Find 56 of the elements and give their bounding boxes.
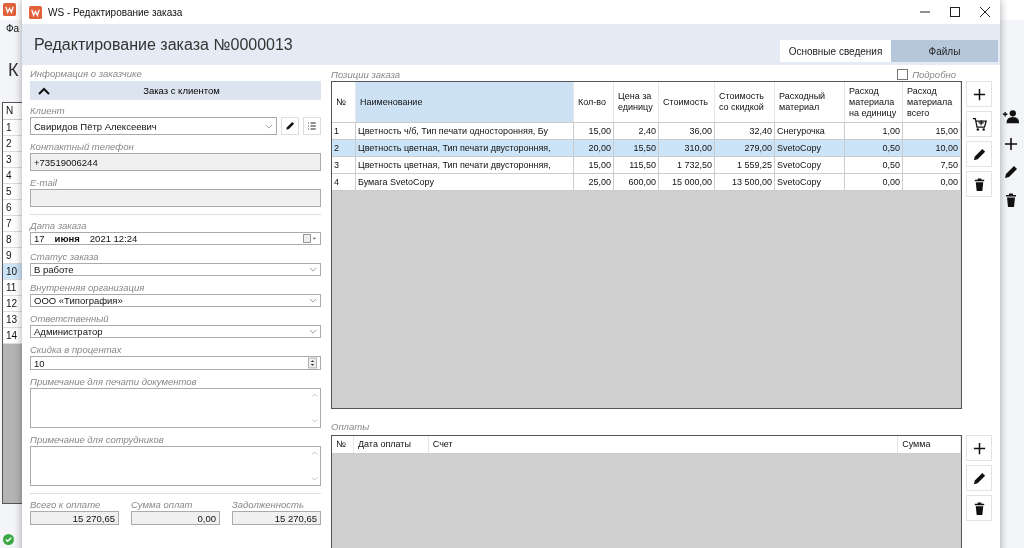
table-cell: 2,40 — [614, 123, 659, 139]
field-label: Статус заказа — [30, 251, 100, 263]
table-cell: 115,50 — [614, 157, 659, 173]
table-cell: Бумага SvetoCopy — [356, 174, 574, 190]
table-cell: 310,00 — [659, 140, 715, 156]
table-cell: 32,40 — [715, 123, 775, 139]
table-cell: Цветность цветная, Тип печати двусторонняя, — [356, 140, 574, 156]
table-cell: 600,00 — [614, 174, 659, 190]
field-label: Примечание для сотрудников — [30, 434, 165, 446]
table-cell: Снегурочка — [775, 123, 845, 139]
table-cell: 3 — [332, 157, 356, 173]
table-cell: 1,00 — [845, 123, 903, 139]
checkbox-label: Подробно — [912, 68, 956, 80]
table-cell: 1 732,50 — [659, 157, 715, 173]
field-label: Клиент — [30, 105, 66, 117]
table-cell: Цветность ч/б, Тип печати односторонняя, Бу — [356, 123, 574, 139]
field-label: Всего к оплате — [30, 499, 102, 511]
table-cell: 15,00 — [903, 123, 961, 139]
table-cell: 0,00 — [845, 174, 903, 190]
table-cell: SvetoCopy — [775, 140, 845, 156]
section-label: Позиции заказа — [331, 68, 401, 81]
table-cell: SvetoCopy — [775, 174, 845, 190]
table-cell: 279,00 — [715, 140, 775, 156]
table-cell: 0,00 — [903, 174, 961, 190]
field-label: Примечание для печати документов — [30, 376, 198, 388]
field-label: Сумма оплат — [131, 499, 194, 511]
window-title: WS - Редактирование заказа — [48, 6, 183, 18]
table-cell: 7,50 — [903, 157, 961, 173]
table-cell: 15,00 — [574, 157, 614, 173]
field-label: Задолженность — [232, 499, 305, 511]
page-heading: К — [8, 60, 19, 81]
field-label: Внутренняя организация — [30, 282, 146, 294]
table-cell: 13 500,00 — [715, 174, 775, 190]
table-cell: 0,50 — [845, 157, 903, 173]
table-cell: 15,00 — [574, 123, 614, 139]
field-label: Ответственный — [30, 313, 110, 325]
table-cell: 15,50 — [614, 140, 659, 156]
dialog-heading: Редактирование заказа №0000013 — [34, 35, 293, 54]
section-label: Оплаты — [331, 421, 371, 433]
table-cell: 36,00 — [659, 123, 715, 139]
field-label: E-mail — [30, 177, 58, 189]
table-cell: 15 000,00 — [659, 174, 715, 190]
table-cell: 4 — [332, 174, 356, 190]
field-label: Дата заказа — [30, 220, 88, 232]
section-label: Информация о заказчике — [30, 68, 143, 80]
table-cell: 25,00 — [574, 174, 614, 190]
table-cell: 10,00 — [903, 140, 961, 156]
field-label: Контактный телефон — [30, 141, 135, 153]
field-label: Скидка в процентах — [30, 344, 123, 356]
table-cell: Цветность цветная, Тип печати двусторонняя, — [356, 157, 574, 173]
table-cell: 0,50 — [845, 140, 903, 156]
table-cell: 20,00 — [574, 140, 614, 156]
table-cell: 1 559,25 — [715, 157, 775, 173]
table-cell: 1 — [332, 123, 356, 139]
table-cell: 2 — [332, 140, 356, 156]
table-cell: SvetoCopy — [775, 157, 845, 173]
